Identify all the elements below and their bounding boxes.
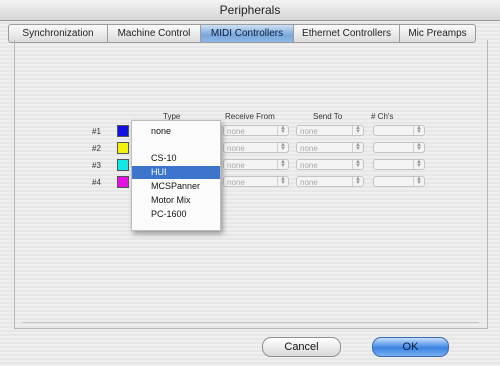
type-popup-menu: none CS-10 HUI MCSPanner Motor Mix PC-16…	[131, 120, 221, 231]
window-title: Peripherals	[219, 3, 281, 17]
receive-from-value: none	[227, 127, 245, 136]
receive-from-value: none	[227, 161, 245, 170]
row-number: #4	[92, 178, 101, 187]
stepper-arrows-icon: ▲ ▼	[277, 159, 288, 169]
stepper-arrows-icon: ▲ ▼	[413, 142, 424, 152]
color-swatch	[117, 159, 129, 171]
stepper-arrows-icon: ▲ ▼	[413, 125, 424, 135]
stepper-arrows-icon: ▲ ▼	[352, 142, 363, 152]
stepper-arrows-icon: ▲ ▼	[352, 125, 363, 135]
menu-item-none[interactable]: none	[132, 125, 220, 138]
color-swatch	[117, 125, 129, 137]
receive-from-select[interactable]: none ▲ ▼	[223, 159, 289, 170]
row-number: #3	[92, 161, 101, 170]
send-to-value: none	[300, 144, 318, 153]
send-to-select[interactable]: none ▲ ▼	[296, 142, 364, 153]
channels-select[interactable]: ▲ ▼	[373, 125, 425, 136]
send-to-value: none	[300, 127, 318, 136]
header-send-to: Send To	[313, 112, 343, 121]
send-to-select[interactable]: none ▲ ▼	[296, 159, 364, 170]
channels-select[interactable]: ▲ ▼	[373, 159, 425, 170]
color-swatch	[117, 142, 129, 154]
menu-item-motor-mix[interactable]: Motor Mix	[132, 194, 220, 207]
menu-item-hui[interactable]: HUI	[132, 166, 220, 179]
row-number: #2	[92, 144, 101, 153]
receive-from-select[interactable]: none ▲ ▼	[223, 176, 289, 187]
stepper-arrows-icon: ▲ ▼	[277, 142, 288, 152]
stepper-arrows-icon: ▲ ▼	[277, 125, 288, 135]
menu-item-pc-1600[interactable]: PC-1600	[132, 208, 220, 221]
title-bar: Peripherals	[0, 0, 500, 21]
stepper-arrows-icon: ▲ ▼	[413, 176, 424, 186]
menu-item-mcspanner[interactable]: MCSPanner	[132, 180, 220, 193]
receive-from-value: none	[227, 144, 245, 153]
menu-item-cs-10[interactable]: CS-10	[132, 152, 220, 165]
send-to-select[interactable]: none ▲ ▼	[296, 176, 364, 187]
channels-select[interactable]: ▲ ▼	[373, 142, 425, 153]
send-to-value: none	[300, 178, 318, 187]
header-receive-from: Receive From	[225, 112, 275, 121]
stepper-arrows-icon: ▲ ▼	[352, 159, 363, 169]
color-swatch	[117, 176, 129, 188]
receive-from-select[interactable]: none ▲ ▼	[223, 125, 289, 136]
divider	[22, 322, 479, 323]
cancel-button[interactable]: Cancel	[262, 337, 341, 357]
stepper-arrows-icon: ▲ ▼	[277, 176, 288, 186]
channels-select[interactable]: ▲ ▼	[373, 176, 425, 187]
stepper-arrows-icon: ▲ ▼	[352, 176, 363, 186]
receive-from-select[interactable]: none ▲ ▼	[223, 142, 289, 153]
row-number: #1	[92, 127, 101, 136]
ok-button[interactable]: OK	[372, 337, 449, 357]
send-to-value: none	[300, 161, 318, 170]
send-to-select[interactable]: none ▲ ▼	[296, 125, 364, 136]
stepper-arrows-icon: ▲ ▼	[413, 159, 424, 169]
receive-from-value: none	[227, 178, 245, 187]
header-channels: # Ch's	[371, 112, 394, 121]
